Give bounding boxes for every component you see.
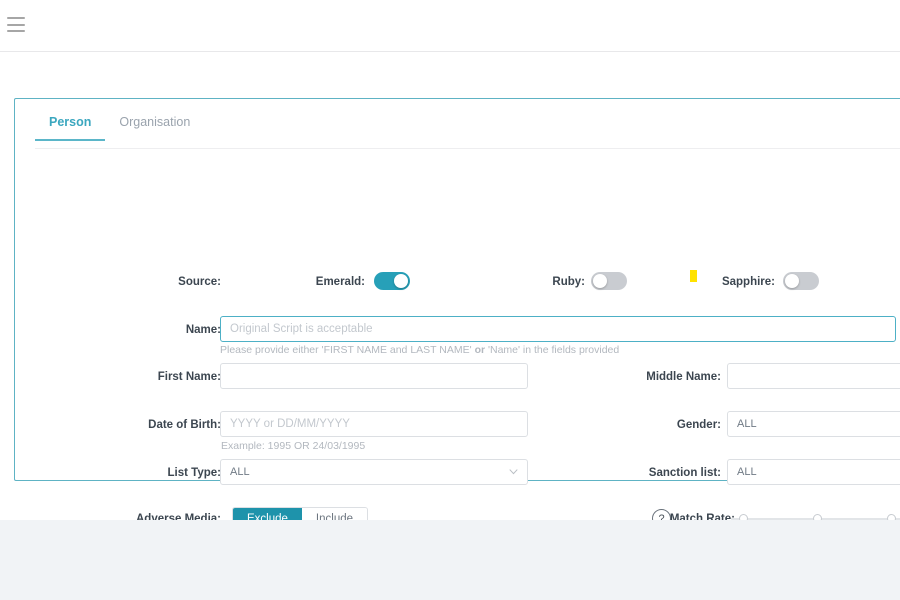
toggle-sapphire[interactable] bbox=[783, 272, 819, 290]
entity-type-tabs: Person Organisation bbox=[35, 113, 900, 149]
chevron-down-icon bbox=[509, 469, 518, 475]
toggle-knob bbox=[593, 274, 607, 288]
hamburger-menu-icon[interactable] bbox=[7, 17, 25, 32]
name-input[interactable] bbox=[220, 316, 896, 342]
middle-name-input[interactable] bbox=[727, 363, 900, 389]
source-label: Source: bbox=[111, 276, 221, 288]
name-helper-text: Please provide either 'FIRST NAME and LA… bbox=[220, 344, 619, 356]
list-type-label: List Type: bbox=[101, 467, 221, 479]
first-name-input[interactable] bbox=[220, 363, 528, 389]
toggle-emerald[interactable] bbox=[374, 272, 410, 290]
cursor-marker bbox=[690, 270, 697, 282]
search-form-card: Person Organisation Source: Emerald: Rub… bbox=[14, 98, 900, 481]
toggle-knob bbox=[394, 274, 408, 288]
tab-organisation[interactable]: Organisation bbox=[105, 113, 204, 140]
list-type-value: ALL bbox=[230, 466, 250, 478]
middle-name-label: Middle Name: bbox=[601, 371, 721, 383]
sanction-list-select[interactable]: ALL bbox=[727, 459, 900, 485]
footer-band bbox=[0, 520, 900, 600]
sapphire-label: Sapphire: bbox=[665, 276, 775, 288]
toggle-ruby[interactable] bbox=[591, 272, 627, 290]
top-app-bar bbox=[0, 0, 900, 52]
tab-person[interactable]: Person bbox=[35, 113, 105, 140]
date-of-birth-input[interactable] bbox=[220, 411, 528, 437]
page-content: Person Organisation Source: Emerald: Rub… bbox=[0, 52, 900, 520]
name-helper-pre: Please provide either 'FIRST NAME and LA… bbox=[220, 344, 475, 356]
name-label: Name: bbox=[111, 324, 221, 336]
name-helper-or: or bbox=[475, 344, 486, 356]
gender-label: Gender: bbox=[611, 419, 721, 431]
first-name-label: First Name: bbox=[101, 371, 221, 383]
emerald-label: Emerald: bbox=[255, 276, 365, 288]
date-of-birth-label: Date of Birth: bbox=[91, 419, 221, 431]
list-type-select[interactable]: ALL bbox=[220, 459, 528, 485]
toggle-knob bbox=[785, 274, 799, 288]
name-helper-post: 'Name' in the fields provided bbox=[485, 344, 619, 356]
date-of-birth-example: Example: 1995 OR 24/03/1995 bbox=[221, 440, 365, 452]
gender-select[interactable]: ALL bbox=[727, 411, 900, 437]
hamburger-bar bbox=[7, 30, 25, 32]
gender-value: ALL bbox=[737, 418, 757, 430]
ruby-label: Ruby: bbox=[475, 276, 585, 288]
sanction-list-value: ALL bbox=[737, 466, 757, 478]
hamburger-bar bbox=[7, 17, 25, 19]
hamburger-bar bbox=[7, 24, 25, 26]
sanction-list-label: Sanction list: bbox=[581, 467, 721, 479]
